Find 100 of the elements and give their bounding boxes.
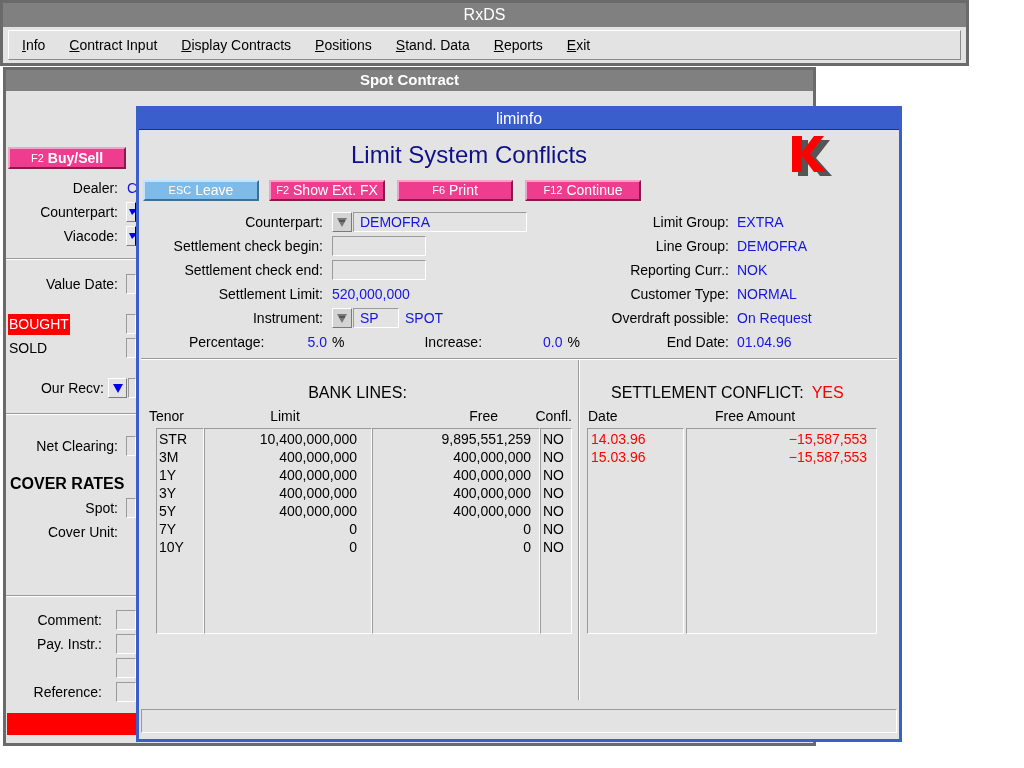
counterpart-field[interactable]: DEMOFRA: [353, 212, 527, 232]
table-cell-text: 0: [522, 520, 532, 538]
table-cell-text: 400,000,000: [278, 502, 358, 520]
field-value: 01.04.96: [737, 332, 792, 352]
field-label: Counterpart:: [244, 212, 323, 232]
field-value: 0.0: [542, 332, 563, 352]
triangle-down-icon: [337, 217, 347, 227]
menu-item[interactable]: Reports: [493, 34, 543, 56]
buy-sell-button[interactable]: F2 Buy/Sell: [8, 147, 126, 169]
column-header: Confl.: [534, 406, 572, 426]
table-cell-text: 400,000,000: [278, 448, 358, 466]
column-header: Tenor: [149, 406, 186, 426]
window-title: liminfo: [139, 109, 899, 130]
table-cell-text: NO: [542, 466, 565, 484]
table-cell-text: 7Y: [158, 520, 178, 538]
table-cell-text: NO: [542, 502, 565, 520]
table-cell-text: 14.03.96: [590, 430, 647, 448]
table-cell-text: 400,000,000: [452, 466, 532, 484]
field-label: Value Date:: [44, 274, 118, 294]
table-cell-text: NO: [542, 484, 565, 502]
field-label: Cover Unit:: [46, 522, 118, 542]
input-field[interactable]: [128, 378, 136, 398]
dialog-button[interactable]: F2 Show Ext. FX: [269, 180, 385, 201]
field-label: Settlement check end:: [183, 260, 323, 280]
input-field[interactable]: [126, 314, 136, 334]
menu-item[interactable]: Exit: [566, 34, 591, 56]
field-label: Reference:: [32, 682, 102, 702]
menu-item[interactable]: Display Contracts: [181, 34, 292, 56]
field-value: 520,000,000: [332, 284, 410, 304]
menu-item[interactable]: Contract Input: [69, 34, 158, 56]
unit-label: %: [567, 332, 580, 352]
dialog-button[interactable]: F12 Continue: [525, 180, 641, 201]
dropdown-button[interactable]: [126, 202, 136, 222]
input-field[interactable]: [116, 658, 136, 678]
table-cell-text: 0: [348, 538, 358, 556]
input-field[interactable]: [116, 634, 136, 654]
table-cell-text: NO: [542, 538, 565, 556]
table-cell-text: −15,587,553: [787, 448, 868, 466]
instrument-field[interactable]: SP: [353, 308, 399, 328]
field-value: NOK: [737, 260, 768, 280]
section-heading: SETTLEMENT CONFLICT:: [611, 383, 804, 403]
table-cell-text: 3M: [158, 448, 180, 466]
field-label: Overdraft possible:: [610, 308, 729, 328]
field-value: On Request: [737, 308, 812, 328]
table-cell-text: 0: [348, 520, 358, 538]
table-cell-text: 5Y: [158, 502, 178, 520]
direction-option[interactable]: BOUGHT: [8, 313, 70, 335]
input-field[interactable]: [116, 610, 136, 630]
conflict-status: YES: [811, 383, 844, 403]
table-cell-text: 10,400,000,000: [258, 430, 358, 448]
column-header: Free Amount: [715, 406, 796, 426]
table-cell-text: 400,000,000: [278, 466, 358, 484]
table-cell-text: 400,000,000: [452, 484, 532, 502]
menu-item[interactable]: Info: [22, 34, 46, 56]
table-cell-text: STR: [158, 430, 188, 448]
input-field[interactable]: [126, 338, 136, 358]
dropdown-button[interactable]: [108, 378, 128, 398]
column-header: Free: [468, 406, 498, 426]
menu-item[interactable]: Stand. Data: [395, 34, 470, 56]
window-title: RxDS: [3, 3, 966, 27]
menu-item[interactable]: Positions: [315, 34, 372, 56]
input-field[interactable]: [116, 682, 136, 702]
field-label: Spot:: [84, 498, 118, 518]
field-value: 5.0: [306, 332, 327, 352]
triangle-down-icon: [337, 313, 347, 323]
input-field[interactable]: [126, 498, 136, 518]
field-label: End Date:: [665, 332, 729, 352]
table-cell-text: 9,895,551,259: [440, 430, 532, 448]
input-field[interactable]: [126, 436, 136, 456]
field-label: Instrument:: [251, 308, 323, 328]
field-label: Settlement Limit:: [217, 284, 323, 304]
table-cell-text: 400,000,000: [452, 502, 532, 520]
section-heading: BANK LINES:: [308, 383, 407, 403]
field-value: SPOT: [405, 308, 444, 328]
table-cell-text: 400,000,000: [452, 448, 532, 466]
table-cell-text: NO: [542, 448, 565, 466]
table-cell-text: 1Y: [158, 466, 178, 484]
field-label: Comment:: [36, 610, 102, 630]
field-label: Net Clearing:: [35, 436, 118, 456]
field-value: EXTRA: [737, 212, 784, 232]
input-field[interactable]: [332, 260, 426, 280]
unit-label: %: [332, 332, 345, 352]
table-cell-text: 400,000,000: [278, 484, 358, 502]
dialog-button[interactable]: F6 Print: [397, 180, 513, 201]
input-field[interactable]: [332, 236, 426, 256]
dropdown-button[interactable]: [332, 308, 352, 328]
triangle-down-icon: [112, 383, 123, 393]
field-label: Increase:: [424, 332, 484, 352]
field-label: Percentage:: [189, 332, 266, 352]
direction-option[interactable]: SOLD: [8, 337, 49, 359]
field-label: Line Group:: [654, 236, 729, 256]
triangle-down-icon: [129, 232, 135, 240]
input-field[interactable]: [126, 274, 136, 294]
field-label: Dealer:: [71, 178, 118, 198]
table-cell-text: 10Y: [158, 538, 185, 556]
field-label: Limit Group:: [651, 212, 729, 232]
field-value: NORMAL: [737, 284, 797, 304]
dropdown-button[interactable]: [332, 212, 352, 232]
table-cell-text: −15,587,553: [787, 430, 868, 448]
dropdown-button[interactable]: [126, 226, 136, 246]
